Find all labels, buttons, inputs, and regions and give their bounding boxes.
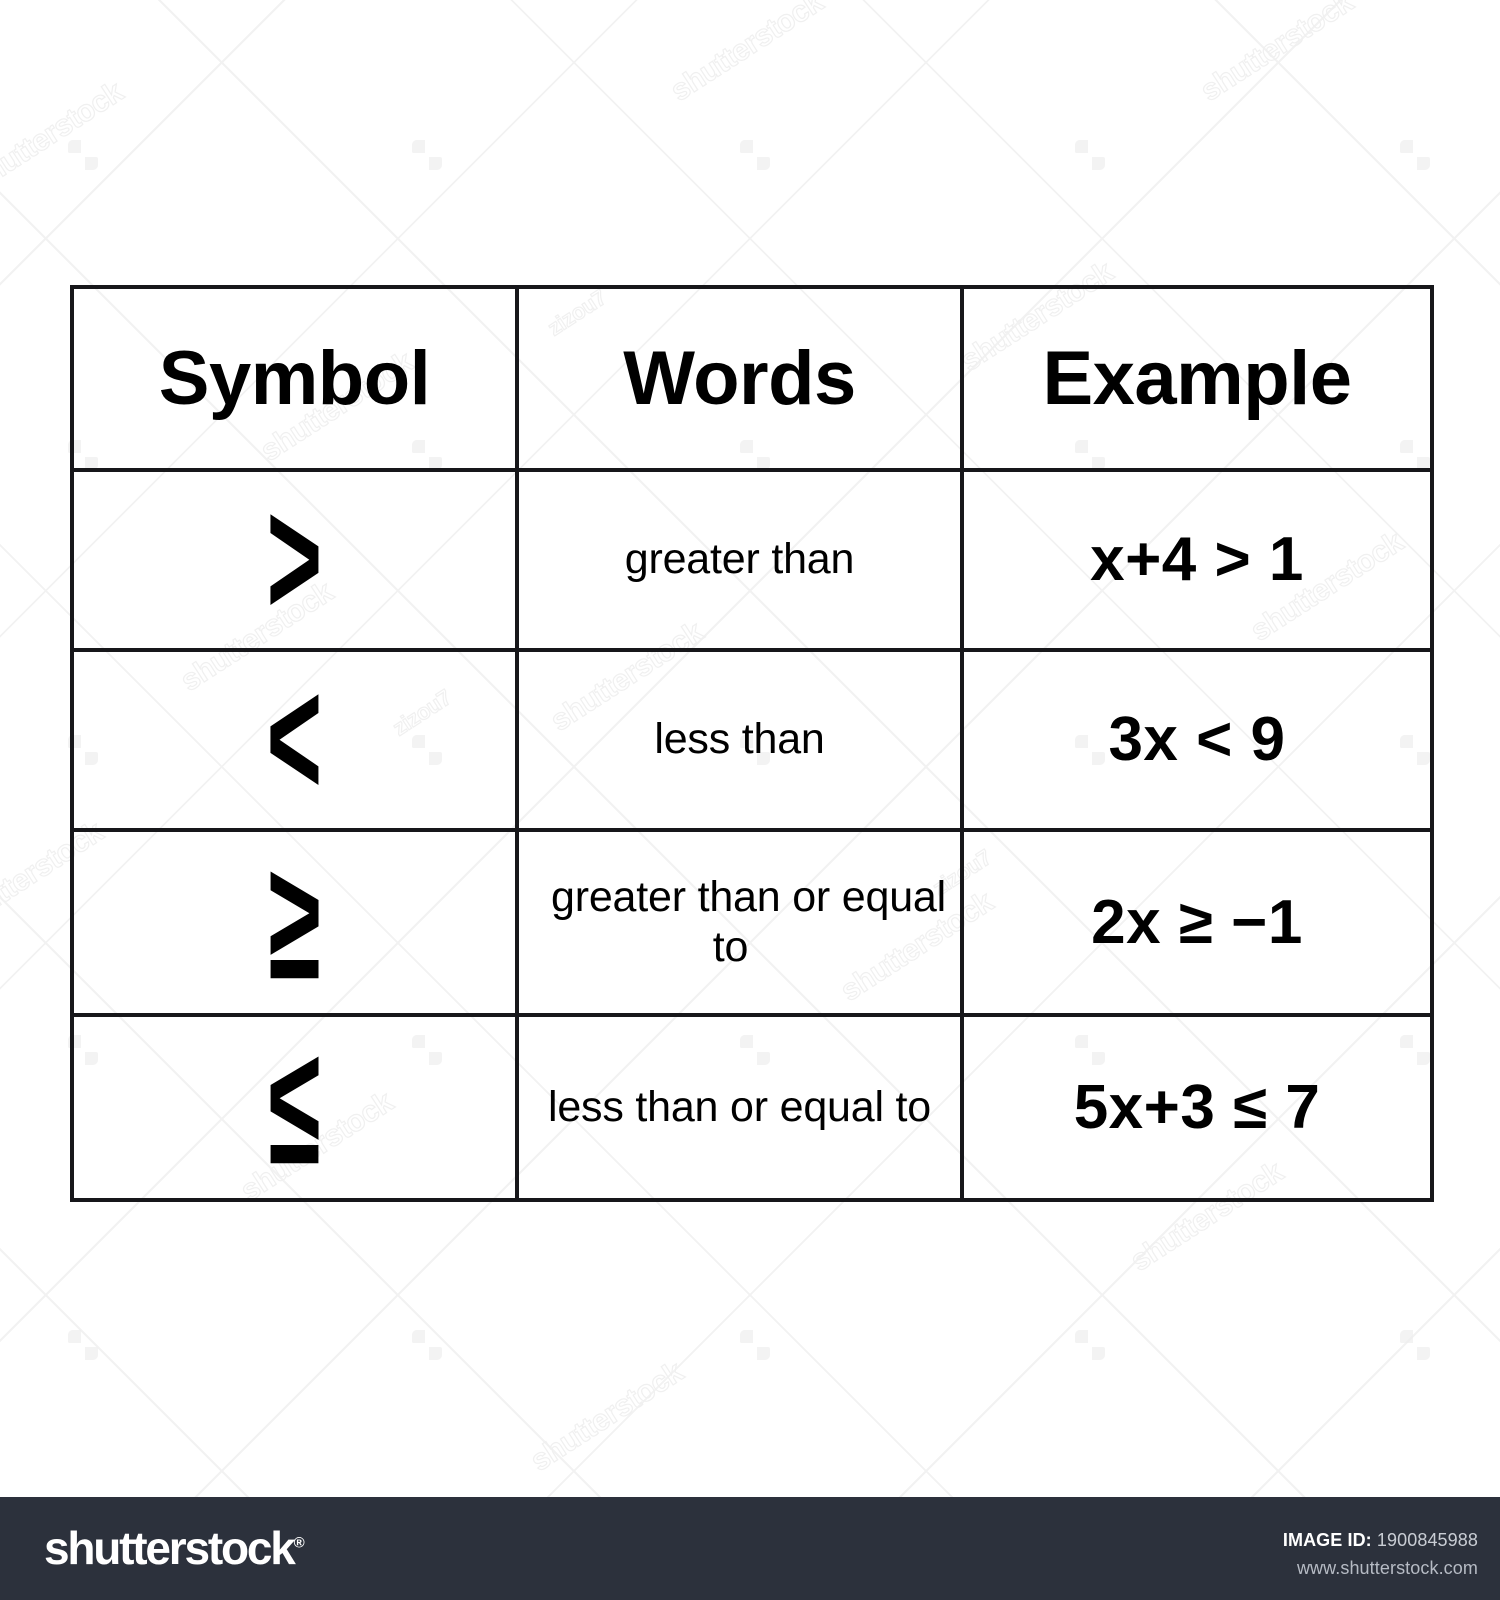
greater-than-example-cell: x+4 > 1 <box>960 468 1434 652</box>
greater-than-or-equal-words-cell: greater than or equal to <box>515 828 964 1017</box>
row-example-label: 3x < 9 <box>1108 705 1286 774</box>
footer-bar: shutterstock® IMAGE ID: 1900845988 www.s… <box>0 1497 1500 1600</box>
footer-metadata: IMAGE ID: 1900845988 www.shutterstock.co… <box>1283 1527 1478 1583</box>
less-than-example-cell: 3x < 9 <box>960 648 1434 832</box>
watermark-word: shutterstock <box>1194 0 1359 108</box>
image-id-value: 1900845988 <box>1376 1530 1478 1550</box>
watermark-logo-icon <box>1075 140 1105 170</box>
column-header-words-label: Words <box>623 335 856 421</box>
row-example-label: x+4 > 1 <box>1090 525 1304 594</box>
watermark-logo-icon <box>68 1330 98 1360</box>
brand-name: shutterstock <box>44 1522 296 1574</box>
watermark-logo-icon <box>412 1330 442 1360</box>
less-than-or-equal-symbol-cell: ≤ <box>70 1012 519 1202</box>
table-row: ≥ greater than or equal to 2x ≥ −1 <box>70 827 1434 1017</box>
table-row: > greater than x+4 > 1 <box>70 465 1434 653</box>
row-example-label: 2x ≥ −1 <box>1091 887 1303 957</box>
table-header-row: Symbol Words Example <box>70 285 1434 472</box>
watermark-word: shutterstock <box>524 1355 689 1479</box>
row-words-label: less than or equal to <box>547 1082 932 1131</box>
table-row: ≤ less than or equal to 5x+3 ≤ 7 <box>70 1012 1434 1202</box>
watermark-logo-icon <box>740 1330 770 1360</box>
row-example-label: 5x+3 ≤ 7 <box>1073 1072 1321 1142</box>
row-words-label: greater than or equal to <box>550 873 947 971</box>
inequality-symbols-table: Symbol Words Example > greater than x+4 … <box>70 285 1434 1202</box>
shutterstock-logo: shutterstock® <box>44 1525 305 1571</box>
less-than-words-cell: less than <box>515 648 964 832</box>
greater-than-or-equal-symbol-icon: ≥ <box>268 827 321 1016</box>
greater-than-symbol-cell: > <box>70 465 519 653</box>
watermark-word: shutterstock <box>664 0 829 108</box>
column-header-example-label: Example <box>1042 335 1352 421</box>
column-header-words: Words <box>515 285 964 472</box>
less-than-or-equal-symbol-icon: ≤ <box>268 1012 321 1201</box>
registered-trademark-icon: ® <box>293 1534 305 1552</box>
greater-than-or-equal-symbol-cell: ≥ <box>70 827 519 1017</box>
row-words-label: greater than <box>624 535 855 584</box>
watermark-logo-icon <box>1400 1330 1430 1360</box>
less-than-symbol-cell: < <box>70 645 519 833</box>
column-header-symbol: Symbol <box>70 285 519 472</box>
greater-than-symbol-icon: > <box>266 465 323 653</box>
column-header-example: Example <box>960 285 1434 472</box>
watermark-logo-icon <box>740 140 770 170</box>
image-id-label: IMAGE ID: <box>1282 1530 1372 1550</box>
table-row: < less than 3x < 9 <box>70 645 1434 833</box>
row-words-label: less than <box>654 715 825 764</box>
greater-than-words-cell: greater than <box>515 468 964 652</box>
less-than-symbol-icon: < <box>266 645 323 833</box>
watermark-logo-icon <box>412 140 442 170</box>
inequality-symbols-table-container: Symbol Words Example > greater than x+4 … <box>70 285 1434 1202</box>
watermark-logo-icon <box>1075 1330 1105 1360</box>
greater-than-or-equal-example-cell: 2x ≥ −1 <box>960 828 1434 1017</box>
column-header-symbol-label: Symbol <box>158 335 431 421</box>
watermark-logo-icon <box>68 140 98 170</box>
watermark-word: shutterstock <box>0 75 129 199</box>
image-id-line: IMAGE ID: 1900845988 <box>1283 1527 1478 1555</box>
less-than-or-equal-words-cell: less than or equal to <box>515 1013 964 1202</box>
watermark-logo-icon <box>1400 140 1430 170</box>
website-link[interactable]: www.shutterstock.com <box>1283 1555 1478 1583</box>
less-than-or-equal-example-cell: 5x+3 ≤ 7 <box>960 1013 1434 1202</box>
